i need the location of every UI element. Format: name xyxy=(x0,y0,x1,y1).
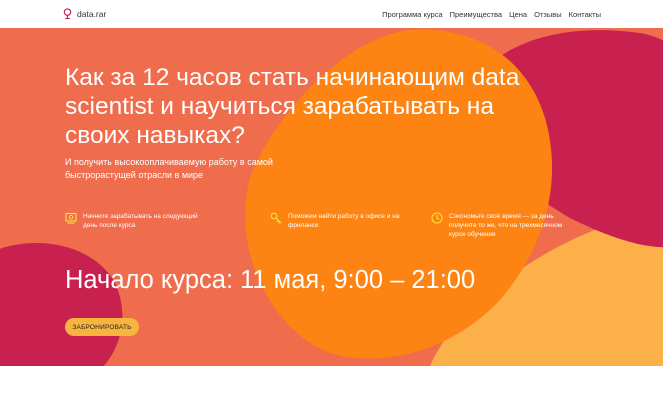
menu-item-contacts[interactable]: Контакты xyxy=(569,10,601,19)
key-icon xyxy=(270,212,282,224)
hero-section: Как за 12 часов стать начинающим data sc… xyxy=(0,28,663,366)
feature-job-text: Поможем найти работу в офисе и на фрилан… xyxy=(288,213,400,229)
feature-job: Поможем найти работу в офисе и на фрилан… xyxy=(270,212,416,230)
main-menu: Программа курса Преимущества Цена Отзывы… xyxy=(382,10,601,19)
logo-icon xyxy=(63,8,72,19)
logo[interactable]: data.rar xyxy=(62,8,106,19)
feature-earn-text: Начните зарабатывать на следующий день п… xyxy=(83,213,198,229)
money-icon xyxy=(65,212,77,224)
menu-item-reviews[interactable]: Отзывы xyxy=(534,10,561,19)
logo-text: data.rar xyxy=(77,8,107,19)
menu-item-price[interactable]: Цена xyxy=(509,10,527,19)
top-navigation: data.rar Программа курса Преимущества Це… xyxy=(0,0,663,28)
menu-item-program[interactable]: Программа курса xyxy=(382,10,443,19)
hero-title: Как за 12 часов стать начинающим data sc… xyxy=(65,64,520,149)
crimson-blob-left xyxy=(0,243,123,366)
book-button[interactable]: ЗАБРОНИРОВАТЬ xyxy=(65,318,139,336)
menu-item-advantages[interactable]: Преимущества xyxy=(450,10,502,19)
feature-time: Сэкономьте своё время — за день получите… xyxy=(431,212,577,239)
clock-icon xyxy=(431,212,443,224)
hero-subtitle: И получить высокооплачиваемую работу в с… xyxy=(65,157,273,180)
course-start-date: Начало курса: 11 мая, 9:00 – 21:00 xyxy=(65,266,476,294)
feature-time-text: Сэкономьте своё время — за день получите… xyxy=(449,213,563,238)
feature-earn: Начните зарабатывать на следующий день п… xyxy=(65,212,211,230)
page-bottom-area xyxy=(0,366,663,400)
